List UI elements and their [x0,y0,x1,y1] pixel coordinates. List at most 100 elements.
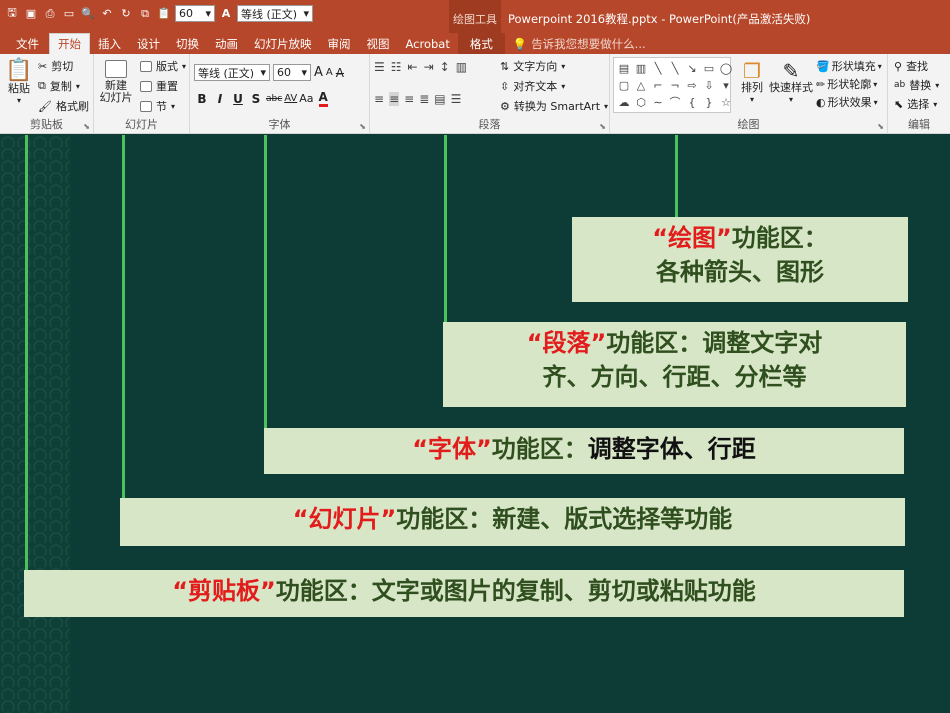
reset-button[interactable]: 重置 [140,78,178,94]
tab-insert[interactable]: 插入 [90,33,129,54]
callout-clipboard[interactable]: “剪贴板”功能区：文字或图片的复制、剪切或粘贴功能 [24,570,904,617]
find-button[interactable]: ⚲ 查找 [894,58,928,74]
dialog-launcher-icon[interactable]: ⬊ [877,122,884,131]
font-size-combo[interactable]: 60 ▾ [273,64,311,81]
arrow-shape-icon[interactable]: ↘ [684,60,700,76]
redo-icon[interactable]: ↻ [118,6,134,22]
select-button[interactable]: ⬉ 选择 ▾ [894,96,937,112]
textbox-shape-icon[interactable]: ▤ [616,60,632,76]
new-slide-button[interactable]: 新建 幻灯片 [96,60,136,104]
text-direction-button[interactable]: ⇅ 文字方向 ▾ [500,58,565,74]
increase-indent-icon[interactable]: ⇥ [424,60,434,74]
cloud-shape-icon[interactable]: ☁ [616,94,632,110]
elbow2-shape-icon[interactable]: ¬ [667,77,683,93]
callout-font[interactable]: “字体”功能区：调整字体、行距 [264,428,904,474]
bullets-icon[interactable]: ☰ [374,60,385,74]
section-button[interactable]: 节 ▾ [140,98,175,114]
tab-slideshow[interactable]: 幻灯片放映 [246,33,320,54]
more-shapes-icon[interactable]: ▾ [718,77,734,93]
tell-me-box[interactable]: 💡 告诉我您想要做什么... [513,33,646,54]
vertical-textbox-shape-icon[interactable]: ▥ [633,60,649,76]
hexagon-shape-icon[interactable]: ⬡ [633,94,649,110]
brace-right-shape-icon[interactable]: } [701,94,717,110]
decrease-indent-icon[interactable]: ⇤ [408,60,418,74]
tab-acrobat[interactable]: Acrobat [398,33,458,54]
shape-outline-button[interactable]: ✏ 形状轮廓 ▾ [816,76,877,92]
elbow-shape-icon[interactable]: ⌐ [650,77,666,93]
bold-button[interactable]: B [194,92,210,106]
numbering-icon[interactable]: ☷ [391,60,402,74]
line-spacing-icon[interactable]: ↕ [440,60,450,74]
shape-fill-button[interactable]: 🪣 形状填充 ▾ [816,58,882,74]
qat-font-name-combo[interactable]: 等线 (正文) ▾ [237,5,313,22]
down-arrow-shape-icon[interactable]: ⇩ [701,77,717,93]
tab-animations[interactable]: 动画 [207,33,246,54]
qat-font-size-combo[interactable]: 60 ▾ [175,5,215,22]
line-shape-icon[interactable]: ╲ [650,60,666,76]
tab-file[interactable]: 文件 [6,33,49,54]
rounded-rect-shape-icon[interactable]: ▢ [616,77,632,93]
slideshow-icon[interactable]: ▭ [61,6,77,22]
line2-shape-icon[interactable]: ╲ [667,60,683,76]
slide-canvas[interactable]: “绘图”功能区： 各种箭头、图形 “段落”功能区：调整文字对 齐、方向、行距、分… [0,135,950,713]
brace-left-shape-icon[interactable]: { [684,94,700,110]
tab-view[interactable]: 视图 [359,33,398,54]
cut-button[interactable]: ✂ 剪切 [38,58,73,74]
dialog-launcher-icon[interactable]: ⬊ [83,122,90,131]
char-spacing-button[interactable]: AV [284,93,297,104]
font-color-button[interactable]: A [318,90,328,107]
font-name-combo[interactable]: 等线 (正文) ▾ [194,64,270,81]
tab-transitions[interactable]: 切换 [168,33,207,54]
right-arrow-shape-icon[interactable]: ⇨ [684,77,700,93]
font-color-icon[interactable]: A [218,6,234,22]
save-as-icon[interactable]: ▣ [23,6,39,22]
columns-icon[interactable]: ▥ [456,60,467,74]
italic-button[interactable]: I [212,92,228,106]
distribute-icon[interactable]: ▤ [434,92,445,106]
tab-format[interactable]: 格式 [457,33,505,54]
shape-effects-button[interactable]: ◐ 形状效果 ▾ [816,94,878,110]
align-left-icon[interactable]: ≡ [374,92,384,106]
tab-review[interactable]: 审阅 [320,33,359,54]
align-text-button[interactable]: ⇳ 对齐文本 ▾ [500,78,565,94]
paste-icon[interactable]: 📋 [156,6,172,22]
replace-button[interactable]: ab 替换 ▾ [894,77,939,93]
justify-icon[interactable]: ≣ [419,92,429,106]
shapes-gallery[interactable]: ▤ ▥ ╲ ╲ ↘ ▭ ◯ ▢ △ ⌐ ¬ ⇨ ⇩ ▾ ☁ ⬡ ∼ ⌒ { } … [613,57,734,113]
clear-format-button[interactable]: A [336,66,344,80]
dialog-launcher-icon[interactable]: ⬊ [599,122,606,131]
shrink-font-button[interactable]: A [326,67,333,78]
strikethrough-button[interactable]: abc [266,94,282,104]
triangle-shape-icon[interactable]: △ [633,77,649,93]
copy-icon[interactable]: ⧉ [137,6,153,22]
quick-styles-button[interactable]: ✎ 快速样式 ▾ [768,60,814,106]
change-case-button[interactable]: Aa [299,92,313,105]
grow-font-button[interactable]: A [314,65,323,80]
copy-button[interactable]: ⧉ 复制 ▾ [38,78,80,94]
paste-button[interactable]: 📋 粘贴 ▾ [4,59,34,107]
underline-button[interactable]: U [230,92,246,106]
print-preview-icon[interactable]: 🔍 [80,6,96,22]
arrange-button[interactable]: ❐ 排列 ▾ [739,60,765,106]
callout-drawing[interactable]: “绘图”功能区： 各种箭头、图形 [572,217,908,302]
rectangle-shape-icon[interactable]: ▭ [701,60,717,76]
format-painter-button[interactable]: 🖌 格式刷 [38,98,89,114]
undo-icon[interactable]: ↶ [99,6,115,22]
align-right-icon[interactable]: ≡ [404,92,414,106]
curve-shape-icon[interactable]: ∼ [650,94,666,110]
arc-shape-icon[interactable]: ⌒ [667,94,683,110]
shadow-button[interactable]: S [248,92,264,106]
save-icon[interactable]: 🖫 [4,6,20,22]
star-shape-icon[interactable]: ☆ [718,94,734,110]
print-icon[interactable]: ⎙ [42,6,58,22]
tab-home[interactable]: 开始 [49,33,90,54]
tab-design[interactable]: 设计 [129,33,168,54]
layout-button[interactable]: 版式 ▾ [140,58,186,74]
callout-paragraph[interactable]: “段落”功能区：调整文字对 齐、方向、行距、分栏等 [443,322,906,407]
callout-slides[interactable]: “幻灯片”功能区：新建、版式选择等功能 [120,498,905,546]
oval-shape-icon[interactable]: ◯ [718,60,734,76]
smartart-button[interactable]: ⚙ 转换为 SmartArt ▾ [500,98,608,114]
align-center-icon[interactable]: ≡ [389,92,400,106]
dialog-launcher-icon[interactable]: ⬊ [359,122,366,131]
columns-settings-icon[interactable]: ☰ [451,92,462,106]
